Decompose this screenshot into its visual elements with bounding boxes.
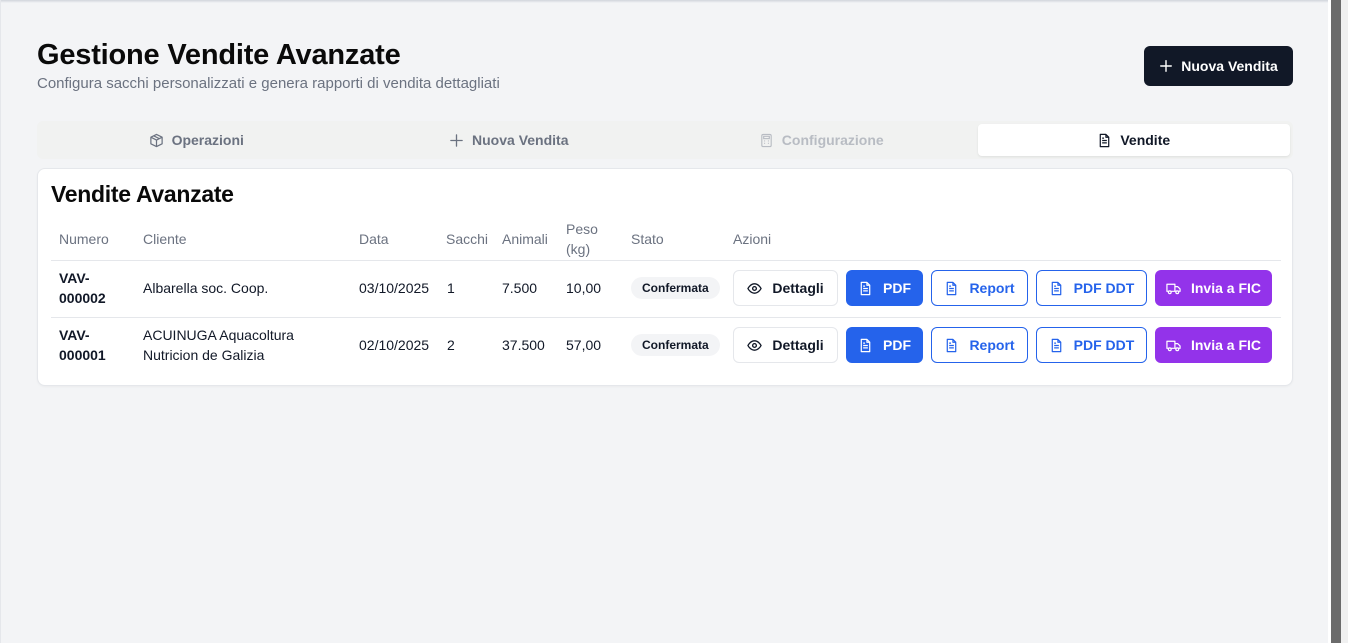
tab-operazioni[interactable]: Operazioni <box>40 124 353 156</box>
row-2-details-button[interactable]: Dettagli <box>733 327 838 363</box>
row-2-cliente-line2: Nutricion de Galizia <box>143 347 265 363</box>
tab-label: Nuova Vendita <box>472 132 569 148</box>
document-icon <box>947 281 957 295</box>
details-label: Dettagli <box>772 337 824 353</box>
row-1-pdf-button[interactable]: PDF <box>846 270 923 306</box>
pdf-ddt-label: PDF DDT <box>1073 280 1135 296</box>
header-divider <box>51 260 1281 261</box>
row-1-status-badge: Confermata <box>631 277 720 299</box>
row-2-sacchi: 2 <box>447 337 455 353</box>
row-1-details-button[interactable]: Dettagli <box>733 270 838 306</box>
eye-icon <box>747 282 763 294</box>
report-label: Report <box>969 280 1015 296</box>
column-header-peso: Peso <box>566 221 598 237</box>
top-shadow <box>0 0 1328 3</box>
pdf-label: PDF <box>883 280 911 296</box>
send-fic-label: Invia a FIC <box>1190 337 1262 353</box>
tab-label: Configurazione <box>781 132 884 148</box>
row-2-report-button[interactable]: Report <box>931 327 1028 363</box>
column-header-cliente: Cliente <box>143 231 187 247</box>
row-1-send-fic-button[interactable]: Invia a FIC <box>1155 270 1272 306</box>
column-header-animali: Animali <box>502 231 548 247</box>
row-1-animali: 7.500 <box>502 280 538 296</box>
row-1-pdf-ddt-button[interactable]: PDF DDT <box>1036 270 1147 306</box>
scrollbar-edge <box>1341 0 1348 643</box>
row-1-numero-suffix: 000002 <box>59 290 106 306</box>
row-2-animali: 37.500 <box>502 337 545 353</box>
details-label: Dettagli <box>772 280 824 296</box>
document-icon <box>860 281 871 295</box>
row-2-numero: VAV- <box>59 327 90 343</box>
column-header-sacchi: Sacchi <box>446 231 489 247</box>
calculator-icon <box>761 133 772 147</box>
sales-card: Vendite Avanzate Numero Cliente Data Sac… <box>37 168 1293 386</box>
pdf-label: PDF <box>883 337 911 353</box>
row-2-status-badge: Confermata <box>631 334 720 356</box>
tab-list: Operazioni Nuova Vendita Configurazione … <box>37 121 1293 159</box>
document-icon <box>947 338 957 352</box>
plus-icon <box>450 133 463 147</box>
package-icon <box>149 133 163 147</box>
column-header-numero: Numero <box>59 231 109 247</box>
document-icon <box>860 338 871 352</box>
document-icon <box>1100 133 1110 147</box>
row-1-report-button[interactable]: Report <box>931 270 1028 306</box>
row-2-pdf-ddt-button[interactable]: PDF DDT <box>1036 327 1147 363</box>
send-fic-label: Invia a FIC <box>1190 280 1262 296</box>
new-sale-button-label: Nuova Vendita <box>1181 58 1278 74</box>
tab-nuova-vendita[interactable]: Nuova Vendita <box>353 124 666 156</box>
column-header-stato: Stato <box>631 231 664 247</box>
plus-icon <box>1160 60 1173 72</box>
row-2-peso: 57,00 <box>566 337 602 353</box>
row-2-data: 02/10/2025 <box>359 337 430 353</box>
new-sale-button[interactable]: Nuova Vendita <box>1144 46 1293 86</box>
row-1-numero: VAV- <box>59 270 90 286</box>
eye-icon <box>747 339 763 351</box>
tab-vendite[interactable]: Vendite <box>977 124 1290 156</box>
scrollbar-thumb[interactable] <box>1331 0 1341 643</box>
tab-label: Operazioni <box>171 132 244 148</box>
page-header: Gestione Vendite Avanzate Configura sacc… <box>37 38 1293 98</box>
row-2-pdf-button[interactable]: PDF <box>846 327 923 363</box>
row-1-cliente: Albarella soc. Coop. <box>143 280 269 296</box>
row-divider <box>51 317 1281 318</box>
tab-configurazione[interactable]: Configurazione <box>665 124 978 156</box>
row-1-data: 03/10/2025 <box>359 280 430 296</box>
document-icon <box>1051 338 1061 352</box>
row-2-cliente: ACUINUGA Aquacoltura <box>143 327 294 343</box>
column-header-azioni: Azioni <box>733 231 772 247</box>
row-2-send-fic-button[interactable]: Invia a FIC <box>1155 327 1272 363</box>
pdf-ddt-label: PDF DDT <box>1073 337 1135 353</box>
document-icon <box>1051 281 1061 295</box>
column-header-peso-unit: (kg) <box>566 241 591 257</box>
tab-label: Vendite <box>1120 132 1171 148</box>
row-1-sacchi: 1 <box>447 280 455 296</box>
column-header-data: Data <box>359 231 389 247</box>
left-border <box>0 0 1 643</box>
page-title: Gestione Vendite Avanzate <box>37 39 401 71</box>
report-label: Report <box>969 337 1015 353</box>
page-subtitle: Configura sacchi personalizzati e genera… <box>37 75 500 92</box>
truck-icon <box>1166 283 1181 294</box>
row-2-numero-suffix: 000001 <box>59 347 106 363</box>
card-title: Vendite Avanzate <box>51 181 234 207</box>
truck-icon <box>1166 340 1181 351</box>
row-1-peso: 10,00 <box>566 280 602 296</box>
